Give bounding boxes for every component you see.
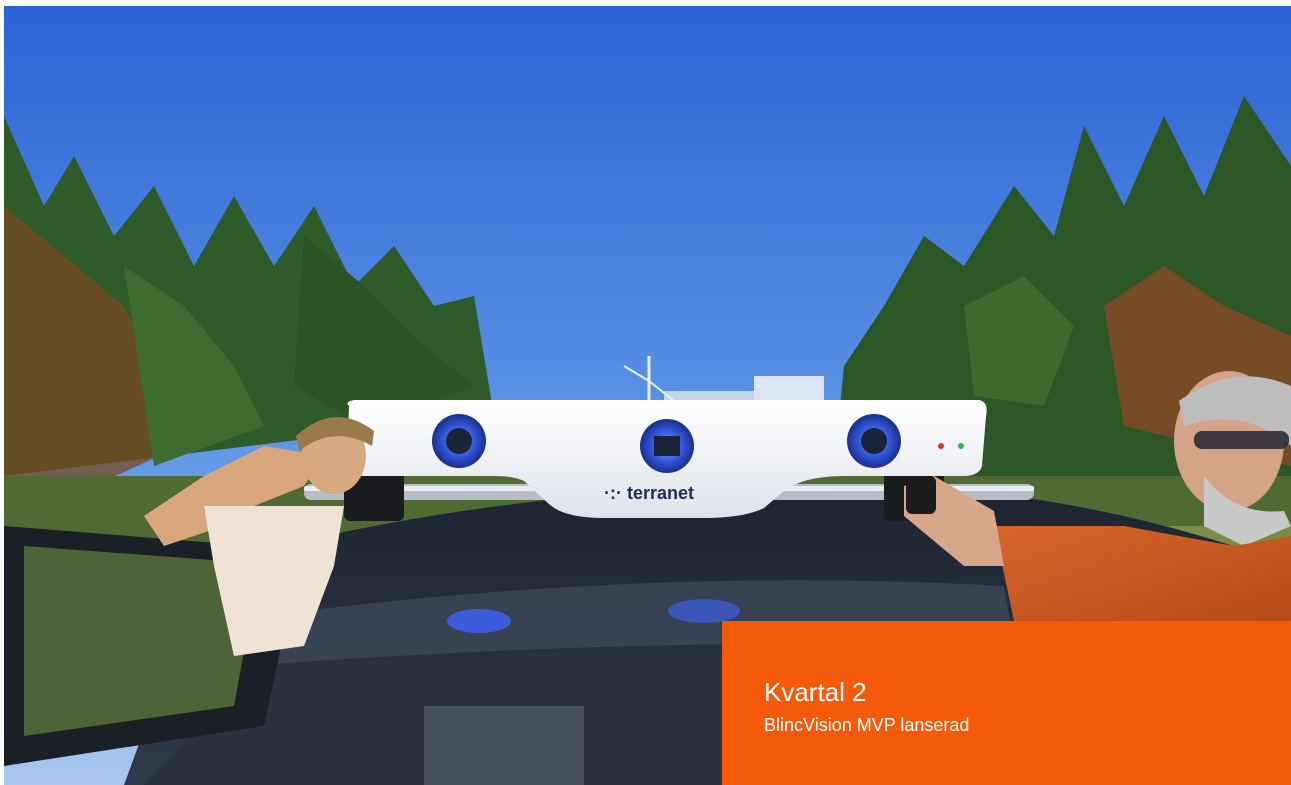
caption-subtitle: BlincVision MVP lanserad	[764, 715, 970, 735]
caption-title: Kvartal 2	[764, 677, 867, 707]
caption-card: Kvartal 2 BlincVision MVP lanserad	[722, 621, 1291, 785]
hero-image-frame: ·:· terranet Kvartal 2 BlincVision MVP l…	[4, 6, 1291, 785]
svg-text:·:· terranet: ·:· terranet	[604, 483, 694, 503]
